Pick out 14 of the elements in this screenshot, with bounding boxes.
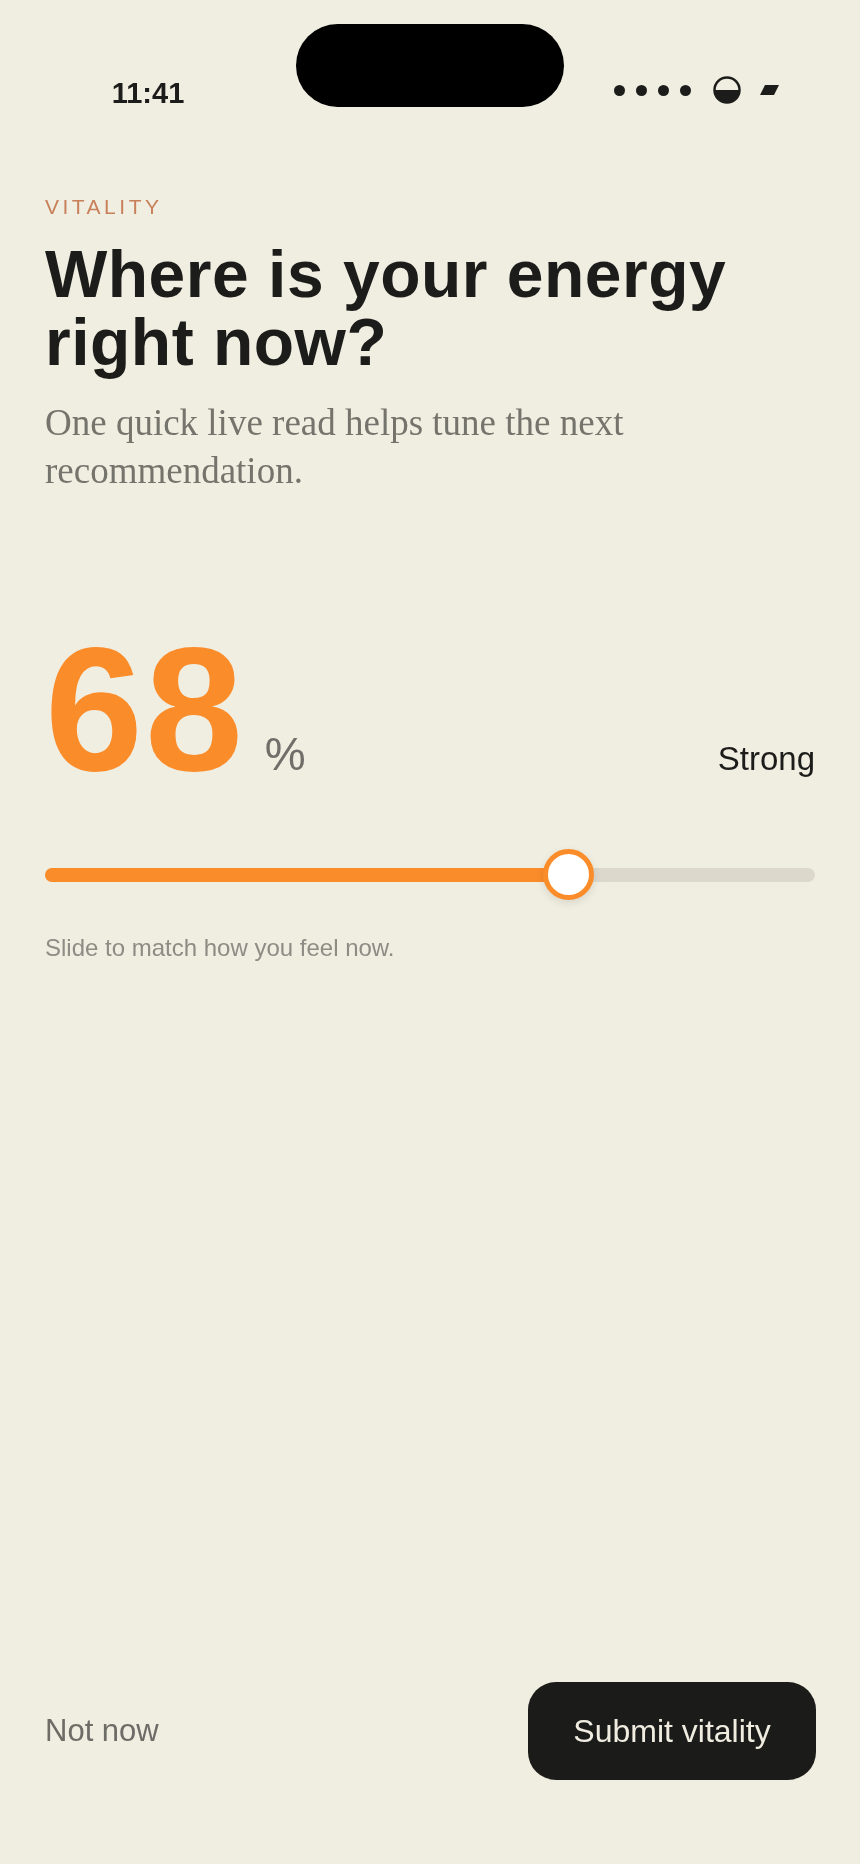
subtitle-text: One quick live read helps tune the next recommendation. (45, 401, 625, 493)
slanted-bar-icon (760, 85, 779, 95)
percentage-value: 68 (45, 621, 245, 797)
slider-thumb[interactable] (543, 849, 595, 900)
submit-button[interactable]: Submit vitality (528, 1682, 816, 1780)
half-filled-circle-icon (713, 76, 741, 104)
section-label: VITALITY (45, 195, 164, 219)
hint-text: Slide to match how you feel now. (45, 933, 396, 963)
level-label: Strong (717, 740, 815, 778)
signal-dots-icon (614, 84, 691, 96)
not-now-button[interactable]: Not now (45, 1713, 159, 1749)
slider-track[interactable] (45, 849, 815, 900)
status-time: 11:41 (111, 79, 185, 108)
percent-sign: % (264, 729, 306, 779)
